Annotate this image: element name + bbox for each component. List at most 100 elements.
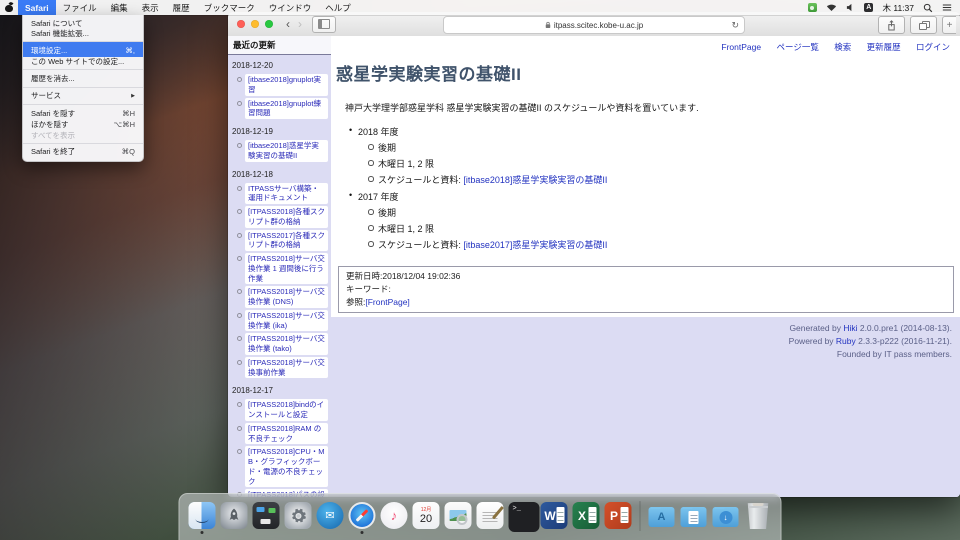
sidebar-link[interactable]: [ITPASS2018]CPU・MB・グラフィックボード・電源の不良チェック: [245, 446, 328, 487]
menubar-item[interactable]: 編集: [104, 0, 135, 15]
menu-item[interactable]: Safari を隠す ⌘H: [23, 104, 143, 120]
menu-item[interactable]: Safari を終了 ⌘Q: [23, 143, 143, 159]
dock-excel[interactable]: X: [573, 502, 600, 529]
menu-item[interactable]: Safari 機能拡張...: [23, 29, 143, 40]
preview-icon: [445, 502, 472, 529]
tab-overview-button[interactable]: [910, 16, 937, 34]
safari-window: ‹ › itpass.scitec.kobe-u.ac.jp ↻ +: [228, 12, 960, 497]
new-tab-button[interactable]: +: [942, 16, 956, 34]
menubar-item[interactable]: 表示: [135, 0, 166, 15]
page-nav-link[interactable]: 更新履歴: [867, 42, 901, 52]
notification-center-icon[interactable]: [942, 3, 952, 12]
menu-item[interactable]: Safari について: [23, 18, 143, 29]
sidebar-link[interactable]: [ITPASS2018]サーバ交換作業 (DNS): [245, 286, 328, 308]
sidebar-link[interactable]: [ITPASS2018]各種スクリプト群の格納: [245, 206, 328, 228]
dock-preview[interactable]: [445, 502, 472, 529]
dock-trash[interactable]: [745, 502, 772, 529]
menubar-item[interactable]: ウインドウ: [262, 0, 319, 15]
apple-menu[interactable]: [0, 0, 18, 15]
menubar-clock[interactable]: 木 11:37: [882, 2, 914, 14]
page-nav-link[interactable]: FrontPage: [721, 42, 761, 52]
dock: ✉ ♪ 12月20 >_ W X P A ↓: [179, 493, 782, 540]
schedule-link[interactable]: [itbase2017]惑星学実験実習の基礎II: [463, 240, 607, 250]
share-button[interactable]: [878, 16, 905, 34]
dock-mission-control[interactable]: [253, 502, 280, 529]
menu-item[interactable]: サービス: [23, 87, 143, 103]
menu-item[interactable]: ほかを隠す ⌥⌘H: [23, 120, 143, 131]
minimize-button[interactable]: [251, 20, 259, 28]
dock-terminal[interactable]: >_: [509, 502, 536, 529]
dock-system-preferences[interactable]: [285, 502, 312, 529]
page-body: 最近の更新 2018-12-20 [itbase2018]: [228, 36, 960, 497]
menu-item[interactable]: すべてを表示: [23, 130, 143, 141]
dock-safari[interactable]: [349, 502, 376, 529]
sidebar-link[interactable]: [ITPASS2017]各種スクリプト群の格納: [245, 230, 328, 252]
page-meta-box: 更新日時:2018/12/04 19:02:36 キーワード: 参照:[Fron…: [338, 266, 954, 313]
year-item: 2018 年度 後期 木曜日 1, 2 限 スケジュールと資料: [itbase…: [358, 125, 960, 186]
circle-bullet-icon: [237, 186, 242, 191]
sidebar-link[interactable]: [ITPASS2018]サーバ交換事前作業: [245, 357, 328, 379]
circle-bullet-icon: [237, 402, 242, 407]
menu-item[interactable]: 環境設定... ⌘,: [23, 41, 143, 57]
dock-textedit[interactable]: [477, 502, 504, 529]
forward-button[interactable]: ›: [298, 17, 302, 31]
sidebar-toggle-button[interactable]: [312, 16, 336, 33]
footer-line-powered: Powered by Ruby 2.3.3-p222 (2016-11-21).: [339, 335, 952, 348]
sidebar-date-label: 2018-12-20: [228, 55, 331, 72]
day-item: 木曜日 1, 2 限: [378, 222, 960, 235]
sidebar-link[interactable]: [ITPASS2018]RAM の不良チェック: [245, 423, 328, 445]
sidebar-link[interactable]: [itbase2018]gnuplot実習: [245, 74, 328, 96]
reference-line: 参照:[FrontPage]: [346, 296, 946, 309]
hiki-link[interactable]: Hiki: [843, 323, 857, 333]
sidebar-link[interactable]: [itbase2018]gnuplot練習問題: [245, 98, 328, 120]
dock-documents-folder[interactable]: [681, 502, 708, 529]
sidebar-link[interactable]: [itbase2018]惑星学実験実習の基礎II: [245, 140, 328, 162]
schedule-link[interactable]: [itbase2018]惑星学実験実習の基礎II: [463, 175, 607, 185]
dock-downloads-folder[interactable]: ↓: [713, 502, 740, 529]
menubar-item[interactable]: 履歴: [166, 0, 197, 15]
menu-item[interactable]: 履歴を消去...: [23, 69, 143, 85]
dock-word[interactable]: W: [541, 502, 568, 529]
reference-link[interactable]: [FrontPage]: [365, 297, 409, 307]
volume-icon[interactable]: [846, 3, 855, 12]
back-button[interactable]: ‹: [286, 17, 290, 31]
page-nav-link[interactable]: ページ一覧: [776, 42, 818, 52]
wifi-icon[interactable]: [826, 3, 837, 12]
menu-extra-app-icon[interactable]: [808, 3, 817, 12]
sidebar-entry: [itbase2018]惑星学実験実習の基礎II: [237, 140, 328, 162]
menubar-item[interactable]: Safari: [18, 0, 56, 15]
apple-logo-bite: [13, 7, 16, 10]
spotlight-icon[interactable]: [923, 3, 933, 13]
sidebar-link[interactable]: [ITPASS2018]サーバ交換作業 (ika): [245, 310, 328, 332]
menubar-item[interactable]: ファイル: [56, 0, 104, 15]
menubar-item[interactable]: ヘルプ: [318, 0, 358, 15]
dock-thunderbird[interactable]: ✉: [317, 502, 344, 529]
schedule-item: スケジュールと資料: [itbase2017]惑星学実験実習の基礎II: [378, 238, 960, 251]
sidebar-link[interactable]: ITPASSサーバ構築・運用ドキュメント: [245, 183, 328, 205]
page-nav-link[interactable]: ログイン: [916, 42, 950, 52]
menu-item[interactable]: この Web サイトでの設定...: [23, 57, 143, 68]
dock-powerpoint[interactable]: P: [605, 502, 632, 529]
close-button[interactable]: [237, 20, 245, 28]
reload-icon[interactable]: ↻: [731, 21, 739, 30]
page-nav-link[interactable]: 検索: [834, 42, 851, 52]
dock-finder[interactable]: [189, 502, 216, 529]
sidebar-entry: [itbase2018]gnuplot練習問題: [237, 98, 328, 120]
sidebar-link[interactable]: [ITPASS2018]サーバ交換作業 1 週間後に行う作業: [245, 253, 328, 284]
sidebar-entry: [ITPASS2018]RAM の不良チェック: [237, 423, 328, 445]
safari-compass-icon: [349, 502, 376, 529]
sidebar-link[interactable]: [ITPASS2018]サーバ交換作業 (tako): [245, 333, 328, 355]
dock-launchpad[interactable]: [221, 502, 248, 529]
zoom-button[interactable]: [265, 20, 273, 28]
ruby-link[interactable]: Ruby: [836, 336, 856, 346]
schedule-label: スケジュールと資料:: [378, 175, 463, 185]
dock-applications-folder[interactable]: A: [649, 502, 676, 529]
input-source-icon[interactable]: A: [864, 3, 874, 13]
circle-bullet-icon: [237, 426, 242, 431]
dock-calendar[interactable]: 12月20: [413, 502, 440, 529]
downloads-folder-icon: ↓: [713, 507, 739, 527]
menubar-item[interactable]: ブックマーク: [197, 0, 262, 15]
dock-itunes[interactable]: ♪: [381, 502, 408, 529]
sidebar-link[interactable]: [ITPASS2018]bindのインストールと設定: [245, 399, 328, 421]
address-bar[interactable]: itpass.scitec.kobe-u.ac.jp ↻: [443, 16, 745, 34]
